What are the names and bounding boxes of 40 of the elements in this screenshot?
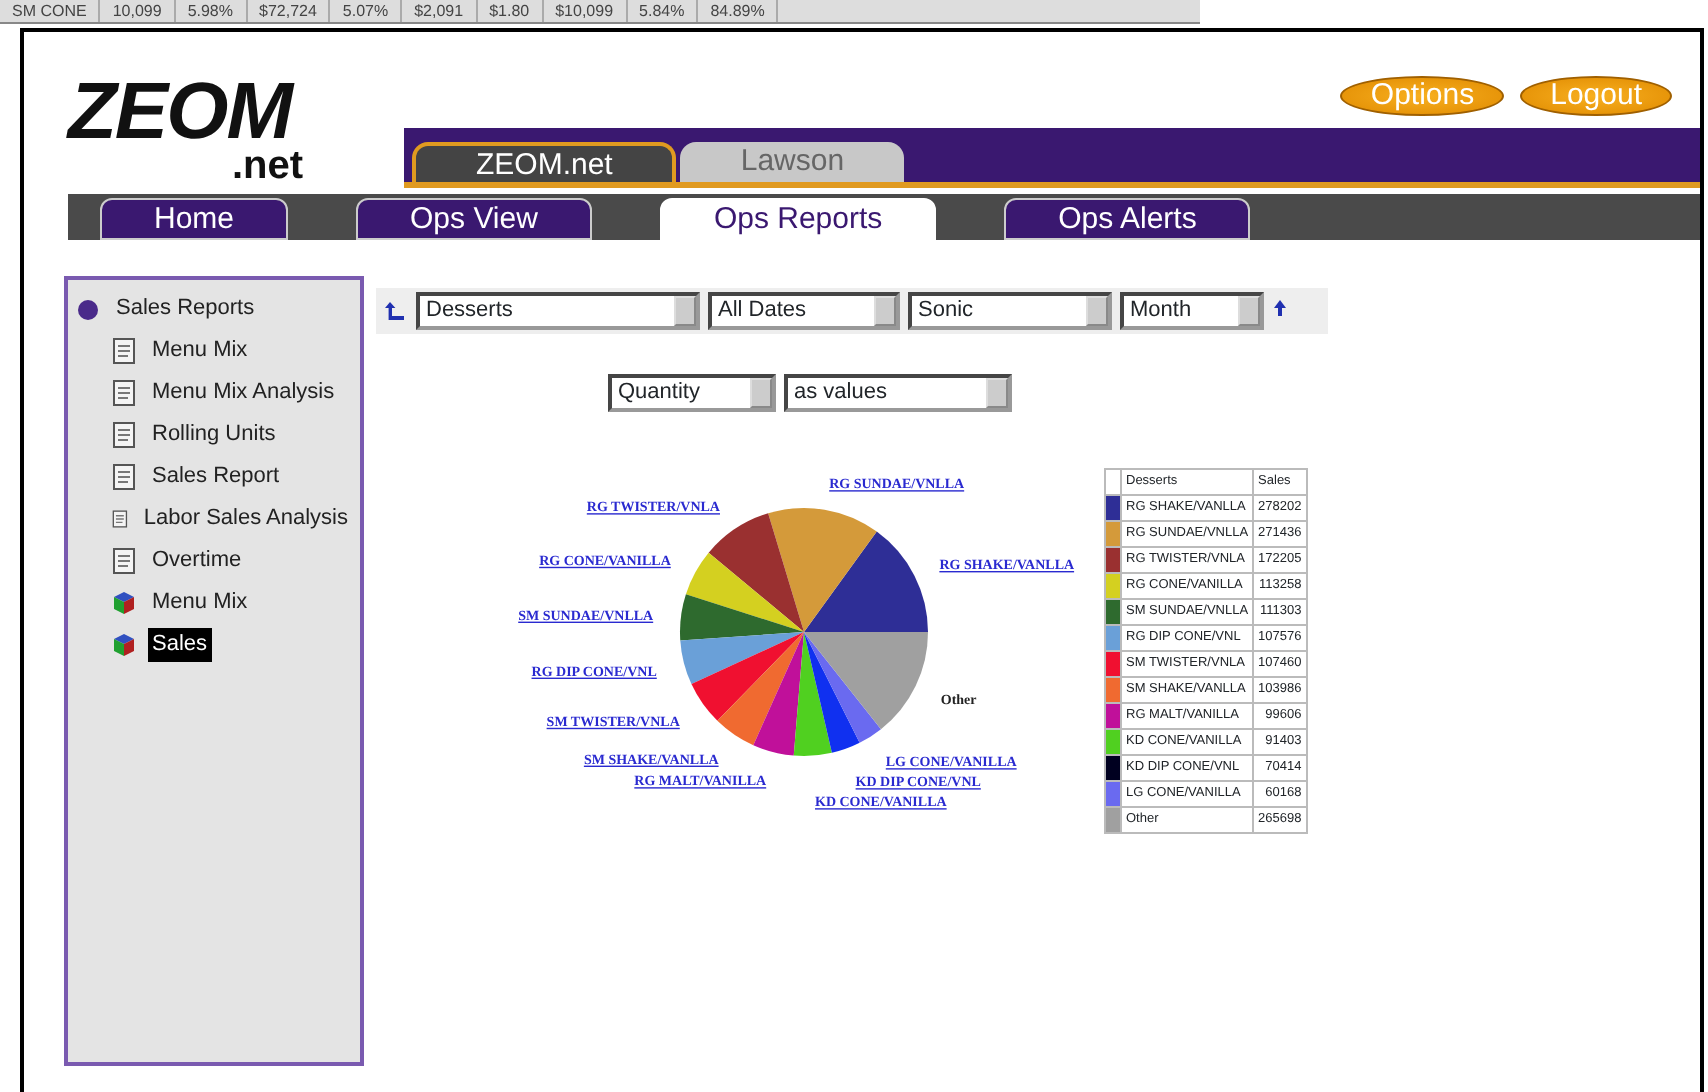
sphere-icon — [76, 296, 100, 322]
table-cell: SM CONE — [0, 0, 101, 22]
tree-item[interactable]: Overtime — [148, 544, 246, 578]
up-level-icon[interactable] — [384, 299, 408, 323]
tree-item[interactable]: Menu Mix — [148, 334, 252, 368]
document-icon — [112, 422, 136, 448]
table-cell: $2,091 — [402, 0, 478, 22]
tree-item[interactable]: Rolling Units — [148, 418, 280, 452]
tree-item[interactable]: Sales — [148, 628, 212, 662]
document-icon — [112, 548, 136, 574]
cube-icon — [112, 590, 136, 616]
table-cell: $10,099 — [543, 0, 628, 22]
table-cell: 10,099 — [100, 0, 176, 22]
nav-tab[interactable]: Home — [100, 198, 289, 240]
nav-tab[interactable]: Ops View — [356, 198, 592, 240]
table-cell: 5.07% — [330, 0, 403, 22]
system-tab[interactable]: ZEOM.net — [412, 142, 677, 182]
document-icon — [112, 338, 136, 364]
nav-tab[interactable]: Ops Reports — [659, 198, 937, 240]
tree-item[interactable]: Sales Report — [148, 460, 284, 494]
table-cell: $1.80 — [477, 0, 544, 22]
tree-item[interactable]: Menu Mix — [148, 586, 252, 620]
table-cell: $72,724 — [247, 0, 331, 22]
cube-icon — [112, 632, 136, 658]
table-cell: 5.98% — [175, 0, 247, 22]
dropdown[interactable]: All Dates — [708, 292, 900, 330]
table-cell: 5.84% — [627, 0, 699, 22]
dropdown[interactable]: Sonic — [908, 292, 1112, 330]
document-icon — [112, 464, 136, 490]
document-icon — [112, 506, 128, 532]
nav-tab[interactable]: Ops Alerts — [1004, 198, 1251, 240]
document-icon — [112, 380, 136, 406]
dropdown[interactable]: Month — [1120, 292, 1264, 330]
dropdown[interactable]: Desserts — [416, 292, 700, 330]
tree-item[interactable]: Sales Reports — [112, 292, 259, 326]
dropdown[interactable]: as values — [784, 374, 1012, 412]
dropdown[interactable]: Quantity — [608, 374, 776, 412]
tree-item[interactable]: Labor Sales Analysis — [139, 502, 352, 536]
table-cell: 84.89% — [698, 0, 779, 22]
tree-item[interactable]: Menu Mix Analysis — [148, 376, 339, 410]
